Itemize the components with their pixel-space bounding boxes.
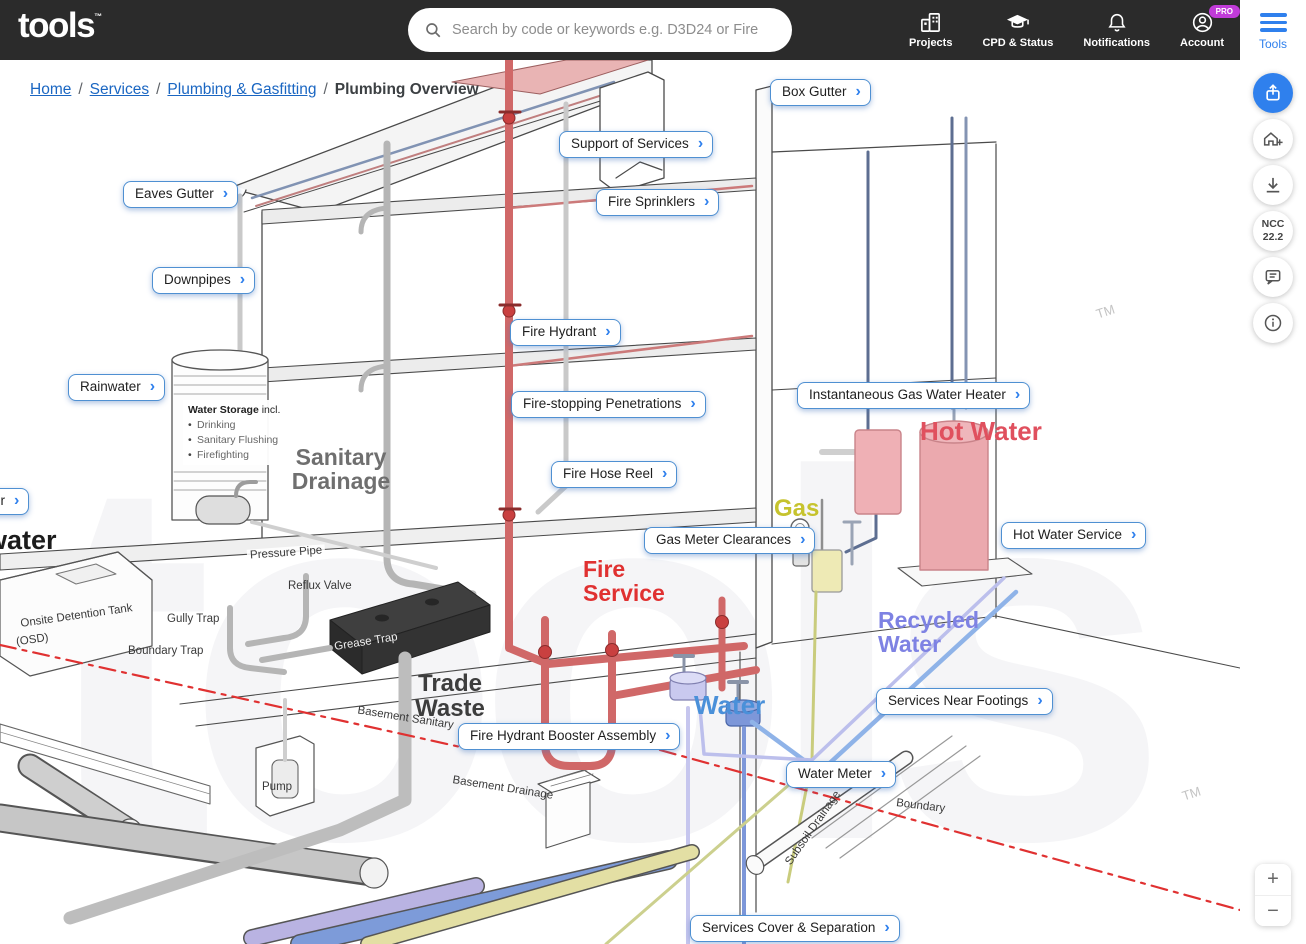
download-icon <box>1266 177 1280 192</box>
callout-fire-stopping-penetrations[interactable]: Fire-stopping Penetrations <box>511 391 706 418</box>
breadcrumb-current: Plumbing Overview <box>334 81 479 98</box>
buildings-icon <box>921 13 941 32</box>
info-button[interactable] <box>1253 302 1293 343</box>
zoom-out-button[interactable]: − <box>1255 895 1291 926</box>
chevron-right-icon <box>1131 526 1136 544</box>
search-input[interactable] <box>452 22 776 38</box>
zoom-in-button[interactable]: + <box>1255 864 1291 895</box>
chevron-right-icon <box>223 185 228 203</box>
search-icon <box>426 23 441 38</box>
chevron-right-icon <box>704 193 709 211</box>
brand-logo[interactable]: tools™ <box>18 8 102 43</box>
callout-services-near-footings[interactable]: Services Near Footings <box>876 688 1053 715</box>
graduation-cap-icon <box>1007 14 1030 28</box>
chevron-right-icon <box>884 919 889 937</box>
callout-rainwater[interactable]: Rainwater <box>68 374 166 401</box>
info-icon <box>1264 314 1282 331</box>
nav-projects[interactable]: Projects <box>909 11 952 49</box>
top-bar: tools™ Projects CPD & Status Notificatio… <box>0 0 1240 60</box>
chevron-right-icon <box>856 83 861 101</box>
bell-icon <box>1108 13 1126 32</box>
chevron-right-icon <box>605 323 610 341</box>
download-button[interactable] <box>1253 164 1293 205</box>
add-to-project-button[interactable] <box>1253 118 1293 159</box>
comments-button[interactable] <box>1253 256 1293 297</box>
ncc-version-button[interactable]: NCC 22.2 <box>1253 210 1293 251</box>
chevron-right-icon <box>690 395 695 413</box>
map-zoom-control: + − <box>1255 864 1291 926</box>
callout-eaves-gutter[interactable]: Eaves Gutter <box>123 181 239 208</box>
nav-account[interactable]: PRO Account <box>1180 5 1240 49</box>
share-icon <box>1266 83 1280 100</box>
callout-water-meter[interactable]: Water Meter <box>786 761 897 788</box>
callout-fire-hose-reel[interactable]: Fire Hose Reel <box>551 461 678 488</box>
chevron-right-icon <box>800 531 805 549</box>
callout-stormwater[interactable]: Stormwater <box>0 488 30 515</box>
callout-fire-hydrant-booster-assembly[interactable]: Fire Hydrant Booster Assembly <box>458 723 681 750</box>
comment-icon <box>1265 269 1281 285</box>
house-plus-icon <box>1263 131 1283 146</box>
callout-box-gutter[interactable]: Box Gutter <box>770 79 871 106</box>
chevron-right-icon <box>240 271 245 289</box>
callout-hot-water-service[interactable]: Hot Water Service <box>1001 522 1147 549</box>
diagram-canvas: tools TM TM <box>0 60 1240 944</box>
tools-rail: Tools NCC 22.2 + − <box>1240 0 1306 944</box>
chevron-right-icon <box>1015 386 1020 404</box>
chevron-right-icon <box>662 465 667 483</box>
breadcrumb-home[interactable]: Home <box>30 81 71 98</box>
breadcrumb: Home / Services / Plumbing & Gasfitting / Plum… <box>30 81 479 98</box>
callout-support-of-services[interactable]: Support of Services <box>559 131 714 158</box>
share-button[interactable] <box>1253 72 1293 113</box>
chevron-right-icon <box>14 492 19 510</box>
chevron-right-icon <box>1037 692 1042 710</box>
callout-fire-hydrant[interactable]: Fire Hydrant <box>510 319 621 346</box>
chevron-right-icon <box>150 378 155 396</box>
callout-instantaneous-gas-water-heater[interactable]: Instantaneous Gas Water Heater <box>797 382 1031 409</box>
search-bar[interactable] <box>408 8 792 52</box>
callout-gas-meter-clearances[interactable]: Gas Meter Clearances <box>644 527 816 554</box>
nav-notifications[interactable]: Notifications <box>1083 11 1150 49</box>
breadcrumb-services[interactable]: Services <box>90 81 149 98</box>
callout-fire-sprinklers[interactable]: Fire Sprinklers <box>596 189 720 216</box>
pro-badge: PRO <box>1208 5 1240 18</box>
breadcrumb-plumbing-gasfitting[interactable]: Plumbing & Gasfitting <box>167 81 316 98</box>
chevron-right-icon <box>698 135 703 153</box>
callout-downpipes[interactable]: Downpipes <box>152 267 256 294</box>
callout-services-cover-separation[interactable]: Services Cover & Separation <box>690 915 900 942</box>
header-nav: Projects CPD & Status Notifications PRO … <box>909 0 1240 60</box>
rail-menu-label: Tools <box>1258 36 1287 51</box>
nav-cpd-status[interactable]: CPD & Status <box>982 11 1053 49</box>
hamburger-menu-icon[interactable] <box>1259 13 1287 32</box>
chevron-right-icon <box>881 765 886 783</box>
chevron-right-icon <box>665 727 670 745</box>
